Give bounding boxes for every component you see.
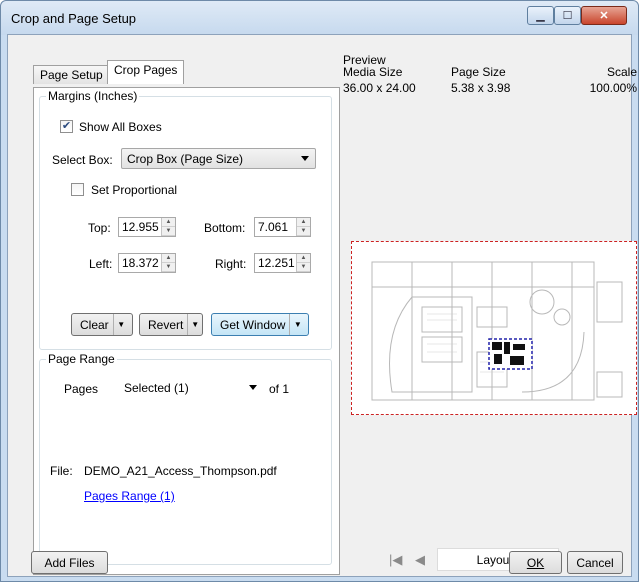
maximize-button[interactable]: ☐ (554, 6, 581, 25)
media-size-value: 36.00 x 24.00 (343, 81, 416, 95)
ok-label: OK (526, 555, 545, 570)
crop-pages-panel: Margins (Inches) ✔ Show All Boxes Select… (33, 87, 340, 575)
get-window-button-label: Get Window (220, 317, 286, 332)
tab-page-setup[interactable]: Page Setup (33, 65, 110, 84)
clear-button[interactable]: Clear ▼ (71, 313, 133, 336)
preview-panel: Preview Media Size 36.00 x 24.00 Page Si… (341, 53, 637, 575)
cancel-label: Cancel (576, 555, 614, 570)
chevron-down-icon (301, 156, 309, 161)
chevron-down-icon[interactable]: ▼ (112, 314, 129, 335)
top-margin-value: 12.955 (122, 220, 159, 234)
file-name: DEMO_A21_Access_Thompson.pdf (84, 464, 277, 478)
revert-button[interactable]: Revert ▼ (139, 313, 203, 336)
left-margin-input[interactable]: 18.372 ▲ ▼ (118, 253, 176, 273)
page-range-group-label: Page Range (46, 352, 117, 366)
add-files-label: Add Files (44, 555, 95, 570)
pages-label: Pages (64, 382, 99, 396)
select-box-label: Select Box: (52, 153, 113, 167)
top-margin-input[interactable]: 12.955 ▲ ▼ (118, 217, 176, 237)
page-preview-canvas[interactable] (351, 241, 637, 415)
chevron-down-icon (249, 385, 257, 390)
revert-button-label: Revert (148, 317, 184, 332)
spin-down-icon[interactable]: ▼ (297, 263, 310, 272)
close-button[interactable]: ✕ (581, 6, 627, 25)
tab-crop-pages[interactable]: Crop Pages (107, 60, 185, 84)
margins-group: Margins (Inches) ✔ Show All Boxes Select… (39, 89, 332, 350)
chevron-down-icon[interactable]: ▼ (187, 314, 202, 335)
margins-group-label: Margins (Inches) (46, 89, 140, 103)
minimize-button[interactable]: ▁ (527, 6, 554, 25)
right-margin-input[interactable]: 12.251 ▲ ▼ (254, 253, 311, 273)
floor-plan-thumbnail (371, 261, 623, 401)
clear-button-label: Clear (80, 317, 109, 332)
show-all-boxes-checkbox[interactable]: ✔ (60, 120, 73, 133)
spin-down-icon[interactable]: ▼ (162, 227, 175, 236)
pages-value: Selected (1) (124, 381, 189, 395)
tab-label: Crop Pages (114, 63, 178, 77)
close-icon: ✕ (599, 10, 609, 22)
spin-up-icon[interactable]: ▲ (297, 254, 310, 263)
bottom-margin-input[interactable]: 7.061 ▲ ▼ (254, 217, 311, 237)
top-label: Top: (88, 221, 111, 235)
tab-label: Page Setup (40, 68, 103, 82)
maximize-icon: ☐ (562, 10, 573, 22)
set-proportional-label: Set Proportional (91, 183, 178, 197)
spin-down-icon[interactable]: ▼ (297, 227, 310, 236)
scale-label: Scale (606, 65, 637, 79)
chevron-down-icon[interactable]: ▼ (289, 314, 305, 335)
select-box-dropdown[interactable]: Crop Box (Page Size) (121, 148, 316, 169)
spin-up-icon[interactable]: ▲ (162, 254, 175, 263)
spinner-buttons[interactable]: ▲ ▼ (161, 218, 175, 236)
left-margin-value: 18.372 (122, 256, 159, 270)
dialog-client-area: Page Setup Crop Pages Margins (Inches) ✔… (7, 34, 637, 577)
page-range-group: Page Range Pages Selected (1) of 1 File:… (39, 352, 332, 565)
cancel-button[interactable]: Cancel (567, 551, 623, 574)
spinner-buttons[interactable]: ▲ ▼ (296, 254, 310, 272)
window-title: Crop and Page Setup (11, 11, 137, 26)
pages-dropdown[interactable]: Selected (1) (118, 377, 264, 398)
page-size-value: 5.38 x 3.98 (451, 81, 511, 95)
dialog-window: Crop and Page Setup ▁ ☐ ✕ Page Setup Cro… (0, 0, 639, 582)
minimize-icon: ▁ (536, 10, 545, 22)
show-all-boxes-label: Show All Boxes (79, 120, 162, 134)
bottom-margin-value: 7.061 (258, 220, 289, 234)
previous-page-icon[interactable]: ◀ (415, 552, 425, 568)
ok-button[interactable]: OK (509, 551, 562, 574)
left-label: Left: (89, 257, 113, 271)
spin-up-icon[interactable]: ▲ (162, 218, 175, 227)
set-proportional-checkbox[interactable] (71, 183, 84, 196)
add-files-button[interactable]: Add Files (31, 551, 108, 574)
first-page-icon[interactable]: |◀ (389, 552, 402, 568)
media-size-label: Media Size (343, 65, 403, 79)
check-icon: ✔ (61, 120, 72, 132)
right-margin-value: 12.251 (258, 256, 295, 270)
spin-down-icon[interactable]: ▼ (162, 263, 175, 272)
title-bar[interactable]: Crop and Page Setup ▁ ☐ ✕ (1, 1, 638, 35)
spinner-buttons[interactable]: ▲ ▼ (161, 254, 175, 272)
select-box-value: Crop Box (Page Size) (127, 152, 244, 166)
spin-up-icon[interactable]: ▲ (297, 218, 310, 227)
file-label: File: (50, 464, 73, 478)
page-size-label: Page Size (451, 65, 506, 79)
right-label: Right: (215, 257, 247, 271)
spinner-buttons[interactable]: ▲ ▼ (296, 218, 310, 236)
page-count-text: of 1 (269, 382, 290, 396)
get-window-button[interactable]: Get Window ▼ (211, 313, 309, 336)
scale-value: 100.00% (589, 81, 637, 95)
bottom-label: Bottom: (204, 221, 246, 235)
pages-range-link[interactable]: Pages Range (1) (84, 489, 175, 503)
